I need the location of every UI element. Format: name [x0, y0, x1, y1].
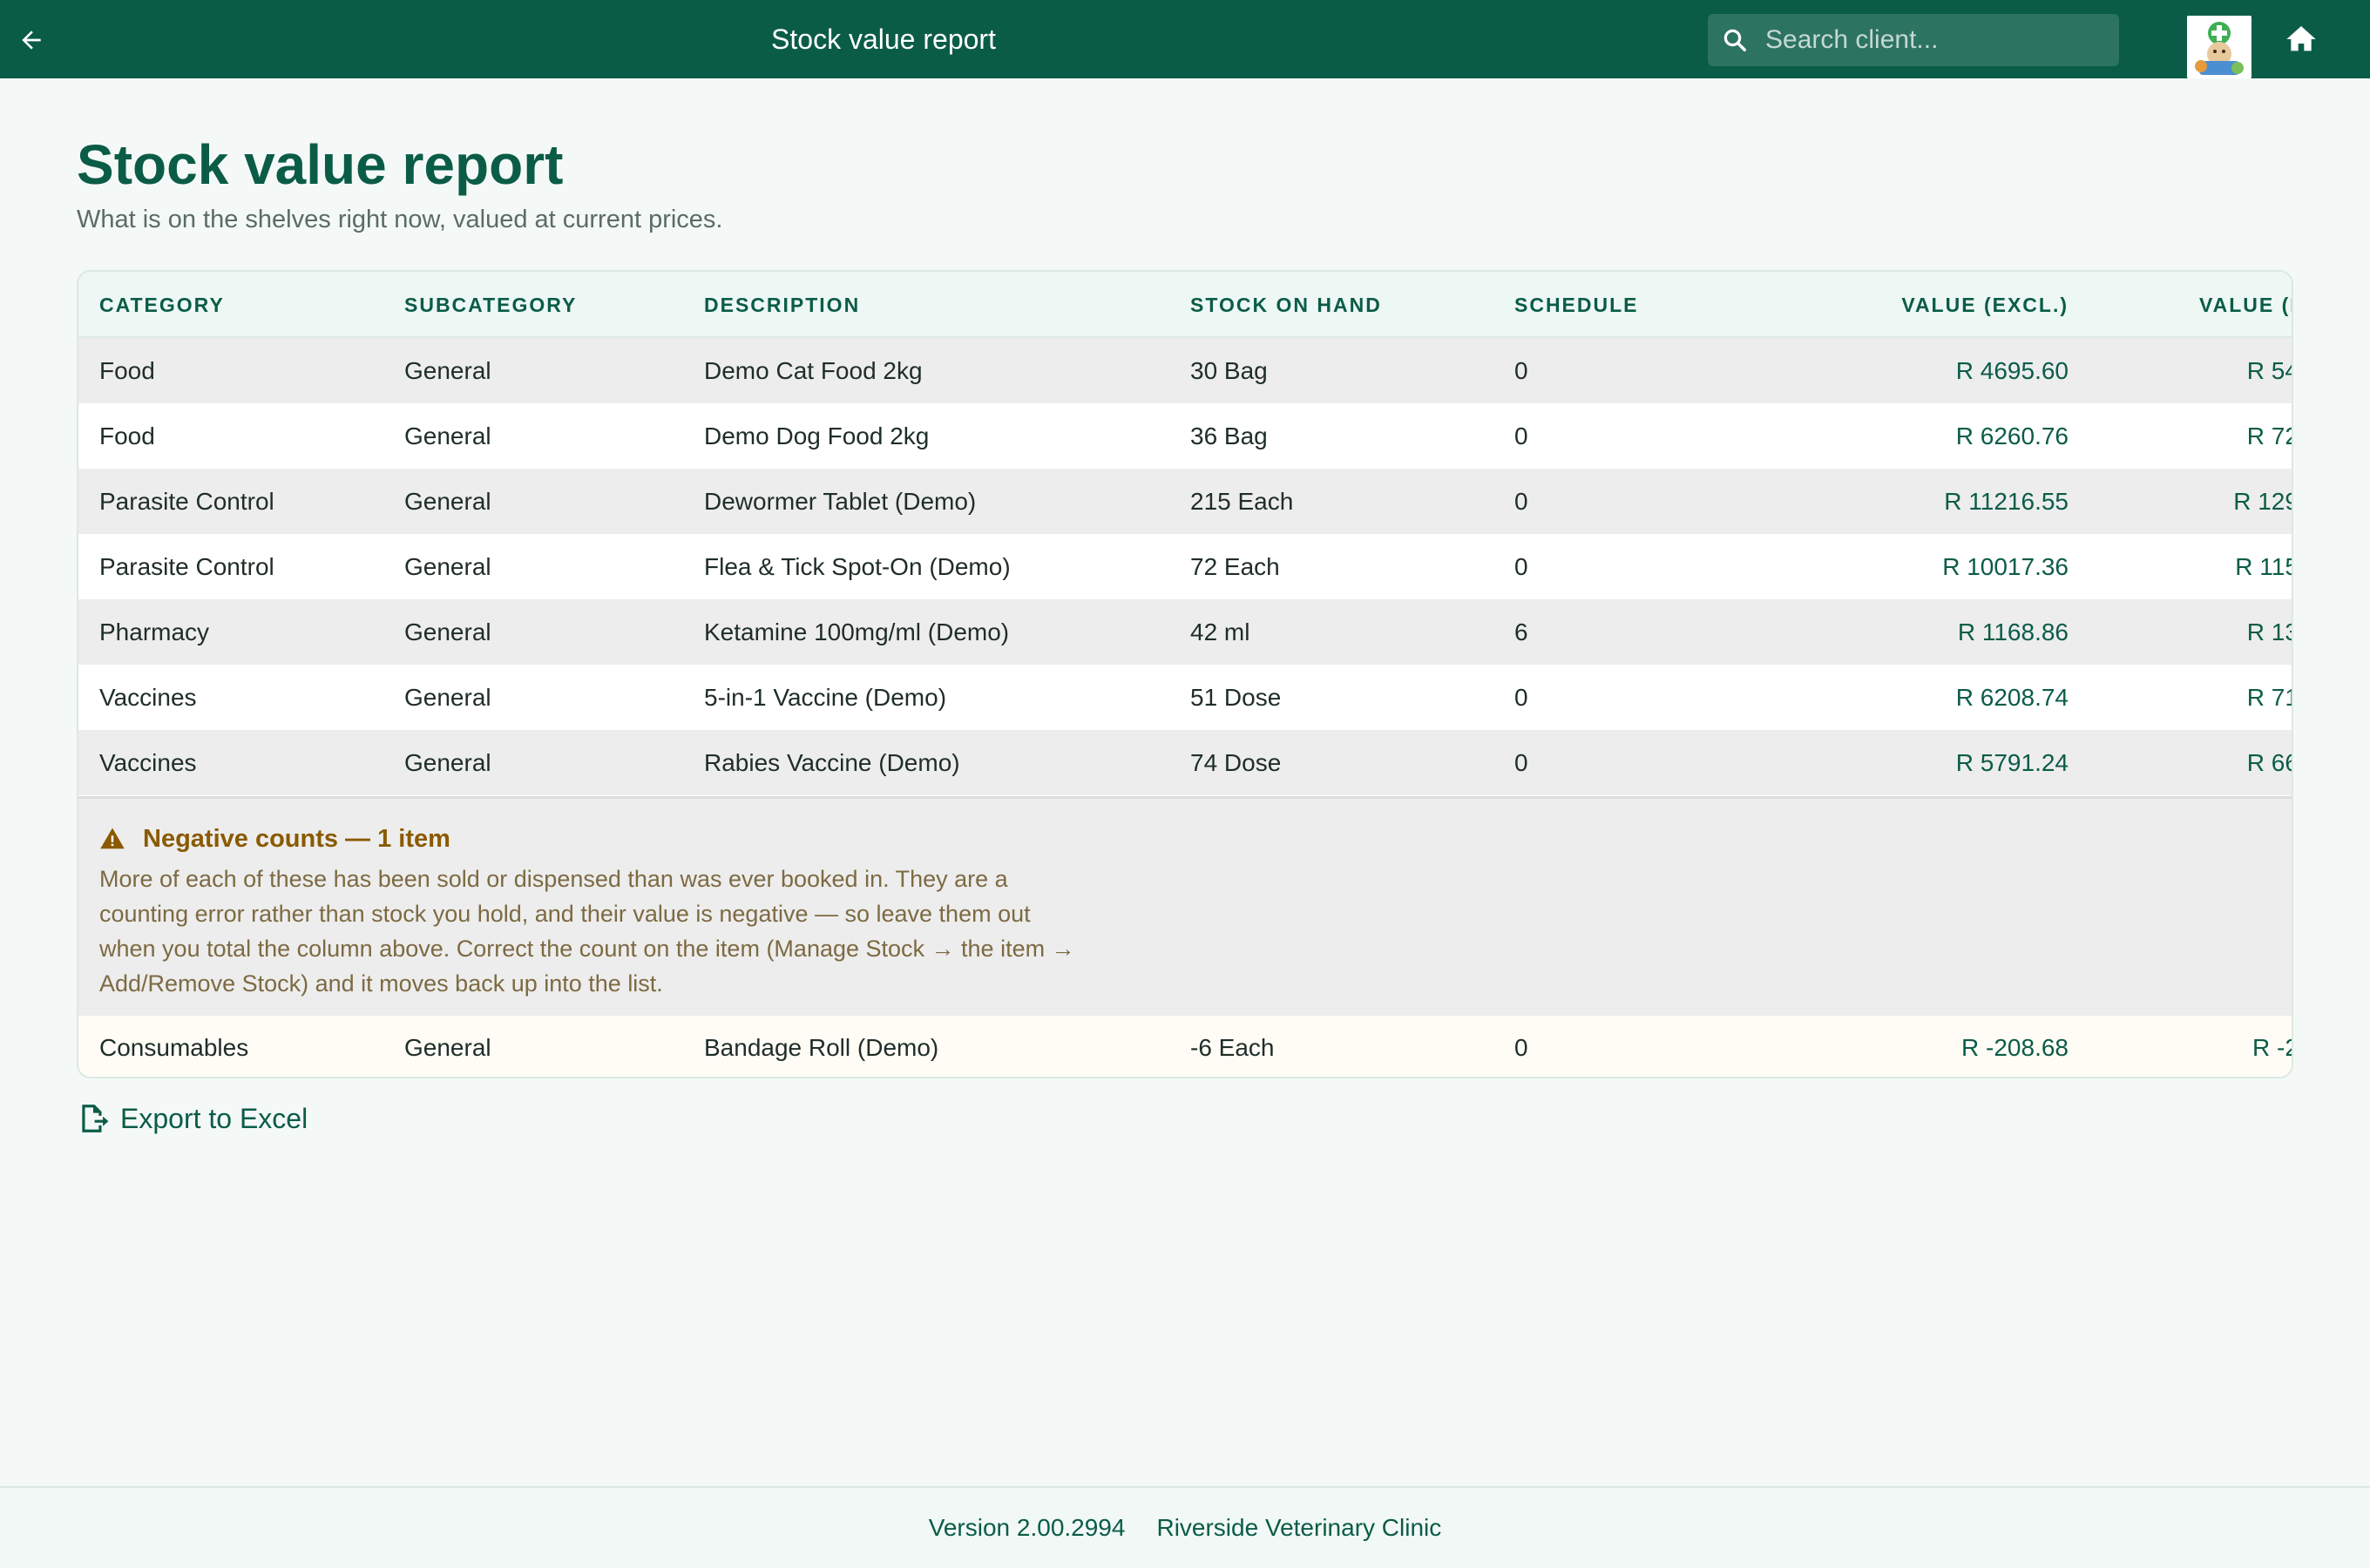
cell-category: Parasite Control [99, 552, 274, 580]
table-row[interactable]: Pharmacy General Ketamine 100mg/ml (Demo… [78, 599, 2292, 665]
cell-subcategory: General [404, 356, 491, 384]
page-title: Stock value report [77, 133, 564, 196]
cell-stock-on-hand: 51 Dose [1190, 683, 1282, 711]
clinic-avatar[interactable] [2187, 16, 2252, 78]
clinic-name: Riverside Veterinary Clinic [1156, 1514, 1442, 1541]
cell-category: Vaccines [99, 748, 197, 776]
topbar-title: Stock value report [771, 23, 996, 55]
cell-schedule: 0 [1514, 356, 1528, 384]
cell-schedule: 0 [1514, 683, 1528, 711]
cell-value-incl: R -240.00 [2252, 1034, 2292, 1061]
cell-category: Food [99, 356, 155, 384]
cell-subcategory: General [404, 487, 491, 515]
header-schedule[interactable]: SCHEDULE [1514, 272, 1639, 338]
footer: Version 2.00.2994 Riverside Veterinary C… [0, 1486, 2370, 1568]
version-text: Version 2.00.2994 [928, 1514, 1126, 1541]
cell-value-incl: R 7140.00 [2246, 683, 2292, 711]
cell-description: Rabies Vaccine (Demo) [704, 748, 960, 776]
cell-description: Dewormer Tablet (Demo) [704, 487, 977, 515]
cell-category: Vaccines [99, 683, 197, 711]
cell-subcategory: General [404, 748, 491, 776]
cell-value-incl: R 6660.00 [2246, 748, 2292, 776]
stock-table: CATEGORY SUBCATEGORY DESCRIPTION STOCK O… [77, 270, 2293, 1078]
cell-subcategory: General [404, 422, 491, 449]
header-value-incl[interactable]: VALUE (INCL.) [1908, 272, 2292, 338]
table-header: CATEGORY SUBCATEGORY DESCRIPTION STOCK O… [78, 272, 2292, 338]
header-category[interactable]: CATEGORY [99, 272, 225, 338]
cell-stock-on-hand: 215 Each [1190, 487, 1294, 515]
header-description[interactable]: DESCRIPTION [704, 272, 860, 338]
cell-description: Demo Cat Food 2kg [704, 356, 923, 384]
table-row[interactable]: Vaccines General 5-in-1 Vaccine (Demo) 5… [78, 665, 2292, 730]
cell-description: Bandage Roll (Demo) [704, 1034, 939, 1061]
negative-table-row[interactable]: Consumables General Bandage Roll (Demo) … [78, 1016, 2292, 1077]
cell-subcategory: General [404, 683, 491, 711]
cell-value-incl: R 5400.00 [2246, 356, 2292, 384]
table-row[interactable]: Vaccines General Rabies Vaccine (Demo) 7… [78, 730, 2292, 795]
cell-description: Ketamine 100mg/ml (Demo) [704, 618, 1010, 645]
cell-value-incl: R 11520.00 [2235, 552, 2292, 580]
warning-title: Negative counts — 1 item [99, 823, 450, 855]
search-box[interactable] [1708, 14, 2119, 66]
cell-stock-on-hand: 30 Bag [1190, 356, 1268, 384]
cell-stock-on-hand: 42 ml [1190, 618, 1250, 645]
header-stock-on-hand[interactable]: STOCK ON HAND [1190, 272, 1382, 338]
warning-triangle-icon [99, 826, 125, 852]
cell-value-incl: R 7200.00 [2246, 422, 2292, 449]
table-row[interactable]: Food General Demo Dog Food 2kg 36 Bag 0 … [78, 403, 2292, 469]
cell-subcategory: General [404, 552, 491, 580]
cell-stock-on-hand: 36 Bag [1190, 422, 1268, 449]
cell-description: Flea & Tick Spot-On (Demo) [704, 552, 1011, 580]
table-row[interactable]: Food General Demo Cat Food 2kg 30 Bag 0 … [78, 338, 2292, 403]
export-excel-label: Export to Excel [120, 1102, 308, 1134]
cell-description: 5-in-1 Vaccine (Demo) [704, 683, 947, 711]
cell-category: Consumables [99, 1034, 249, 1061]
table-row[interactable]: Parasite Control General Flea & Tick Spo… [78, 534, 2292, 599]
cell-stock-on-hand: 74 Dose [1190, 748, 1282, 776]
home-button[interactable] [2281, 19, 2321, 59]
cell-stock-on-hand: 72 Each [1190, 552, 1280, 580]
home-icon [2286, 26, 2316, 51]
cell-schedule: 0 [1514, 552, 1528, 580]
cell-stock-on-hand: -6 Each [1190, 1034, 1275, 1061]
warning-text: More of each of these has been sold or d… [99, 866, 1075, 997]
cell-value-incl: R 12900.00 [2233, 487, 2292, 515]
cell-subcategory: General [404, 1034, 491, 1061]
search-icon [1722, 25, 1751, 55]
search-input[interactable] [1765, 25, 2096, 55]
page-subtitle: What is on the shelves right now, valued… [77, 206, 723, 233]
cell-category: Parasite Control [99, 487, 274, 515]
cell-subcategory: General [404, 618, 491, 645]
warning-title-text: Negative counts — 1 item [143, 824, 450, 853]
cell-description: Demo Dog Food 2kg [704, 422, 930, 449]
cell-value-incl: R 1344.00 [2246, 618, 2292, 645]
file-export-icon [77, 1102, 110, 1135]
cell-schedule: 6 [1514, 618, 1528, 645]
export-excel-button[interactable]: Export to Excel [77, 1099, 308, 1138]
top-bar: Stock value report [0, 0, 2370, 78]
cell-category: Food [99, 422, 155, 449]
header-subcategory[interactable]: SUBCATEGORY [404, 272, 577, 338]
cell-schedule: 0 [1514, 422, 1528, 449]
cell-category: Pharmacy [99, 618, 210, 645]
negative-counts-warning: Negative counts — 1 item More of each of… [78, 796, 2292, 1016]
cell-schedule: 0 [1514, 748, 1528, 776]
cell-schedule: 0 [1514, 1034, 1528, 1061]
table-row[interactable]: Parasite Control General Dewormer Tablet… [78, 469, 2292, 534]
cell-schedule: 0 [1514, 487, 1528, 515]
